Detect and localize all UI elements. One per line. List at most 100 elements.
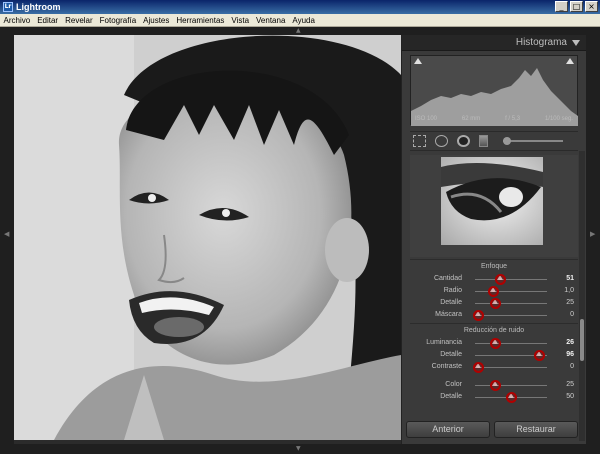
close-button[interactable]: ×	[585, 1, 598, 12]
eye-closeup	[441, 163, 543, 221]
focal-length: 62 mm	[461, 116, 481, 122]
aperture-value: f / 5,3	[505, 116, 521, 122]
histogram-graph[interactable]: ISO 100 62 mm f / 5,3 1/100 seg.	[410, 55, 578, 126]
brush-icon[interactable]	[503, 137, 511, 145]
arrow-down-icon: ▼	[296, 445, 301, 452]
highlight-ring	[489, 337, 501, 349]
slider-label: Máscara	[435, 311, 462, 318]
slider-label: Contraste	[431, 363, 462, 370]
slider-row: Detalle 50	[410, 391, 578, 403]
slider-value: 25	[566, 381, 574, 388]
highlight-ring	[489, 379, 501, 391]
slider-label: Detalle	[440, 393, 462, 400]
scrollbar-thumb[interactable]	[580, 319, 584, 361]
slider-row: Detalle 25	[410, 297, 578, 309]
slider-value: 50	[566, 393, 574, 400]
section-divider	[410, 323, 578, 324]
reset-button[interactable]: Restaurar	[494, 421, 578, 438]
histogram-title: Histograma	[515, 37, 567, 48]
menu-ajustes[interactable]: Ajustes	[140, 16, 173, 25]
highlight-ring	[487, 285, 499, 297]
slider-row: Color 25	[410, 379, 578, 391]
portrait-photo	[14, 35, 401, 440]
highlight-ring	[533, 349, 545, 361]
slider-row: Contraste 0	[410, 361, 578, 373]
left-panel-toggle[interactable]: ◀	[0, 35, 14, 444]
tool-strip	[410, 131, 578, 151]
brush-slider[interactable]	[503, 137, 563, 145]
right-panel-toggle[interactable]: ▶	[586, 35, 600, 444]
highlight-ring	[489, 297, 501, 309]
slider-track[interactable]	[475, 337, 547, 349]
panel-scrollbar[interactable]	[579, 151, 585, 441]
minimize-button[interactable]: _	[555, 1, 568, 12]
slider-label: Color	[445, 381, 462, 388]
highlight-ring	[494, 273, 506, 285]
menu-bar: Archivo Editar Revelar Fotografía Ajuste…	[0, 14, 600, 27]
slider-value: 51	[566, 275, 574, 282]
menu-ayuda[interactable]: Ayuda	[289, 16, 319, 25]
detail-zoom-preview[interactable]	[441, 157, 543, 245]
slider-row: Luminancia 26	[410, 337, 578, 349]
bottom-panel-toggle[interactable]: ▼	[0, 444, 600, 454]
slider-label: Luminancia	[426, 339, 462, 346]
panel-buttons: Anterior Restaurar	[406, 421, 578, 438]
spot-removal-icon[interactable]	[435, 135, 448, 147]
title-bar: Lr Lightroom _ □ ×	[0, 0, 600, 14]
crop-icon[interactable]	[413, 135, 426, 147]
menu-archivo[interactable]: Archivo	[0, 16, 34, 25]
red-eye-icon[interactable]	[457, 135, 470, 147]
develop-right-panel: Histograma ISO 100 62 mm f / 5,3 1/100 s…	[401, 35, 586, 444]
highlight-ring	[472, 309, 484, 321]
shadow-clipping-icon[interactable]	[414, 58, 422, 64]
exif-info: ISO 100 62 mm f / 5,3 1/100 seg.	[411, 116, 577, 122]
main-photo-view[interactable]	[14, 35, 401, 440]
arrow-left-icon: ◀	[4, 230, 10, 238]
slider-row: Máscara 0	[410, 309, 578, 321]
section-divider	[410, 259, 578, 260]
slider-label: Cantidad	[433, 275, 462, 282]
slider-value: 26	[566, 339, 574, 346]
slider-track[interactable]	[475, 349, 547, 361]
noise-reduction-title: Reducción de ruido	[463, 327, 525, 334]
arrow-up-icon: ▲	[296, 27, 301, 34]
highlight-clipping-icon[interactable]	[566, 58, 574, 64]
slider-label: Detalle	[440, 299, 462, 306]
slider-value: 0	[570, 363, 574, 370]
highlight-ring	[505, 391, 517, 403]
shutter-speed: 1/100 seg.	[544, 116, 573, 122]
slider-label: Detalle	[440, 351, 462, 358]
menu-editar[interactable]: Editar	[34, 16, 62, 25]
detail-preview-area	[410, 155, 578, 257]
slider-track[interactable]	[475, 391, 547, 403]
slider-value: 1,0	[564, 287, 574, 294]
highlight-ring	[472, 361, 484, 373]
slider-row: Radio 1,0	[410, 285, 578, 297]
window-title: Lightroom	[16, 2, 61, 12]
maximize-button[interactable]: □	[570, 1, 583, 12]
slider-track[interactable]	[475, 297, 547, 309]
slider-track[interactable]	[475, 273, 547, 285]
window-controls: _ □ ×	[555, 1, 598, 12]
slider-row: Detalle 96	[410, 349, 578, 361]
menu-herramientas[interactable]: Herramientas	[173, 16, 228, 25]
slider-value: 96	[566, 351, 574, 358]
menu-revelar[interactable]: Revelar	[62, 16, 97, 25]
menu-ventana[interactable]: Ventana	[253, 16, 289, 25]
menu-fotografia[interactable]: Fotografía	[96, 16, 139, 25]
slider-track[interactable]	[472, 309, 547, 321]
graduated-filter-icon[interactable]	[479, 135, 488, 147]
previous-button[interactable]: Anterior	[406, 421, 490, 438]
top-panel-toggle[interactable]: ▲	[0, 27, 600, 35]
slider-track[interactable]	[472, 361, 547, 373]
slider-label: Radio	[443, 287, 462, 294]
noise-reduction-sliders: Luminancia 26 Detalle 96 Contraste 0 Color 25 De…	[402, 337, 586, 403]
menu-vista[interactable]: Vista	[228, 16, 253, 25]
slider-row: Cantidad 51	[410, 273, 578, 285]
slider-track[interactable]	[475, 285, 547, 297]
sharpening-title: Enfoque	[480, 263, 508, 270]
arrow-right-icon: ▶	[590, 230, 596, 238]
histogram-header[interactable]: Histograma	[402, 35, 586, 51]
slider-track[interactable]	[475, 379, 547, 391]
collapse-triangle-icon[interactable]	[572, 39, 580, 46]
